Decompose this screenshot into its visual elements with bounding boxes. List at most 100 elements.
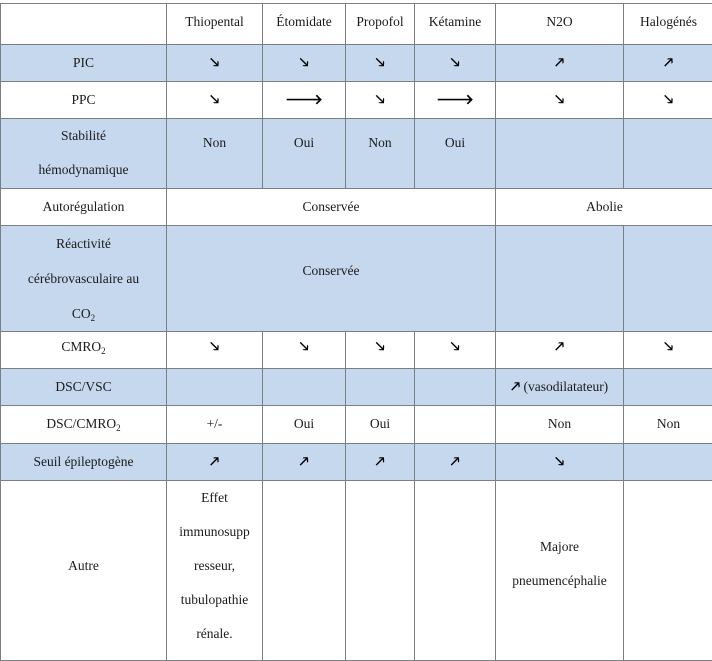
row-label-dsc-cmro2: DSC/CMRO2 <box>1 406 167 444</box>
arrow-up-icon: 🡕 <box>511 369 520 405</box>
cell-halogenes <box>624 119 712 189</box>
header-cell-empty <box>1 4 167 45</box>
label-text: CMRO <box>61 339 101 354</box>
arrow-down-icon: 🡖 <box>210 45 219 81</box>
header-thiopental: Thiopental <box>167 4 263 45</box>
row-label-seuil: Seuil épileptogène <box>1 444 167 481</box>
cell-autoregulation-conservee: Conservée <box>167 189 496 226</box>
vasodilatateur-text: (vasodilatateur) <box>520 379 608 394</box>
text-line: rénale. <box>196 626 232 641</box>
cell-ketamine <box>415 369 496 406</box>
row-label-dsc-vsc: DSC/VSC <box>1 369 167 406</box>
arrow-down-icon: 🡖 <box>555 82 564 118</box>
row-label-reactivite: Réactivité cérébrovasculaire au CO2 <box>1 226 167 332</box>
subscript: 2 <box>116 423 121 433</box>
cell-halogenes <box>624 481 712 661</box>
arrow-down-icon: 🡖 <box>299 332 308 362</box>
arrow-right-icon: 🡒 <box>436 82 474 118</box>
cell-propofol: Oui <box>346 406 415 444</box>
row-reactivite: Réactivité cérébrovasculaire au CO2 Conser… <box>1 226 712 332</box>
row-label-stabilite: Stabilité hémodynamique <box>1 119 167 189</box>
cell-ketamine <box>415 481 496 661</box>
cell-reactivite-conservee: Conservée <box>167 226 496 332</box>
header-halogenes: Halogénés <box>624 4 712 45</box>
arrow-down-icon: 🡖 <box>210 332 219 362</box>
arrow-down-icon: 🡖 <box>450 45 459 81</box>
text-line: Majore <box>540 539 579 554</box>
arrow-up-icon: 🡕 <box>210 444 219 480</box>
cell-etomidate <box>263 481 346 661</box>
row-dsc-cmro2: DSC/CMRO2 +/- Oui Oui Non Non <box>1 406 712 444</box>
arrow-down-icon: 🡖 <box>375 45 384 81</box>
label-line: Stabilité <box>61 128 106 143</box>
label-line: Réactivité <box>56 236 111 251</box>
label-line: CO <box>72 306 91 321</box>
arrow-up-icon: 🡕 <box>299 444 308 480</box>
cell-etomidate: Oui <box>263 119 346 189</box>
arrow-down-icon: 🡖 <box>664 82 673 118</box>
row-seuil-epileptogene: Seuil épileptogène 🡕 🡕 🡕 🡕 🡖 <box>1 444 712 481</box>
cell-ketamine <box>415 406 496 444</box>
arrow-down-icon: 🡖 <box>450 332 459 362</box>
row-label-cmro2: CMRO2 <box>1 332 167 369</box>
header-n2o: N2O <box>496 4 624 45</box>
row-label-pic: PIC <box>1 45 167 82</box>
arrow-down-icon: 🡖 <box>664 332 673 362</box>
row-ppc: PPC 🡖 🡒 🡖 🡒 🡖 🡖 <box>1 82 712 119</box>
arrow-up-icon: 🡕 <box>555 45 564 81</box>
label-text: DSC/CMRO <box>46 416 116 431</box>
cell-thiopental: +/- <box>167 406 263 444</box>
arrow-down-icon: 🡖 <box>555 444 564 480</box>
cell-halogenes <box>624 444 712 481</box>
cell-halogenes: Non <box>624 406 712 444</box>
header-propofol: Propofol <box>346 4 415 45</box>
cell-reactivite-n2o <box>496 226 624 332</box>
cell-propofol: Non <box>346 119 415 189</box>
cell-halogenes <box>624 369 712 406</box>
row-pic: PIC 🡖 🡖 🡖 🡖 🡕 🡕 <box>1 45 712 82</box>
row-label-autre: Autre <box>1 481 167 661</box>
text-line: immunosupp <box>179 524 250 539</box>
row-dsc-vsc: DSC/VSC 🡕 (vasodilatateur) <box>1 369 712 406</box>
row-label-autoregulation: Autorégulation <box>1 189 167 226</box>
subscript: 2 <box>101 346 106 356</box>
arrow-down-icon: 🡖 <box>375 332 384 362</box>
arrow-right-icon: 🡒 <box>285 82 323 118</box>
text-line: Effet <box>201 490 228 505</box>
label-line: cérébrovasculaire au <box>28 271 139 286</box>
cell-reactivite-halogenes <box>624 226 712 332</box>
row-stabilite: Stabilité hémodynamique Non Oui Non Oui <box>1 119 712 189</box>
header-ketamine: Kétamine <box>415 4 496 45</box>
cell-propofol <box>346 481 415 661</box>
label-line: hémodynamique <box>39 162 129 177</box>
text-line: pneumencéphalie <box>512 573 606 588</box>
text-line: resseur, <box>194 558 235 573</box>
row-autre: Autre Effet immunosupp resseur, tubulopa… <box>1 481 712 661</box>
cell-ketamine: Oui <box>415 119 496 189</box>
text-line: tubulopathie <box>181 592 249 607</box>
cell-thiopental-autre: Effet immunosupp resseur, tubulopathie r… <box>167 481 263 661</box>
cell-n2o: 🡕 (vasodilatateur) <box>496 369 624 406</box>
row-autoregulation: Autorégulation Conservée Abolie <box>1 189 712 226</box>
cell-n2o <box>496 119 624 189</box>
comparison-table: Thiopental Étomidate Propofol Kétamine N… <box>0 3 712 661</box>
header-row: Thiopental Étomidate Propofol Kétamine N… <box>1 4 712 45</box>
cell-etomidate: Oui <box>263 406 346 444</box>
cell-propofol <box>346 369 415 406</box>
arrow-up-icon: 🡕 <box>375 444 384 480</box>
arrow-down-icon: 🡖 <box>375 82 384 118</box>
cell-etomidate <box>263 369 346 406</box>
subscript: 2 <box>91 313 96 323</box>
arrow-up-icon: 🡕 <box>450 444 459 480</box>
cell-n2o: Non <box>496 406 624 444</box>
header-etomidate: Étomidate <box>263 4 346 45</box>
row-label-ppc: PPC <box>1 82 167 119</box>
arrow-up-icon: 🡕 <box>664 45 673 81</box>
arrow-down-icon: 🡖 <box>210 82 219 118</box>
cell-thiopental: Non <box>167 119 263 189</box>
cell-autoregulation-abolie: Abolie <box>496 189 712 226</box>
arrow-down-icon: 🡖 <box>299 45 308 81</box>
row-cmro2: CMRO2 🡖 🡖 🡖 🡖 🡕 🡖 <box>1 332 712 369</box>
arrow-up-icon: 🡕 <box>555 332 564 362</box>
cell-thiopental <box>167 369 263 406</box>
